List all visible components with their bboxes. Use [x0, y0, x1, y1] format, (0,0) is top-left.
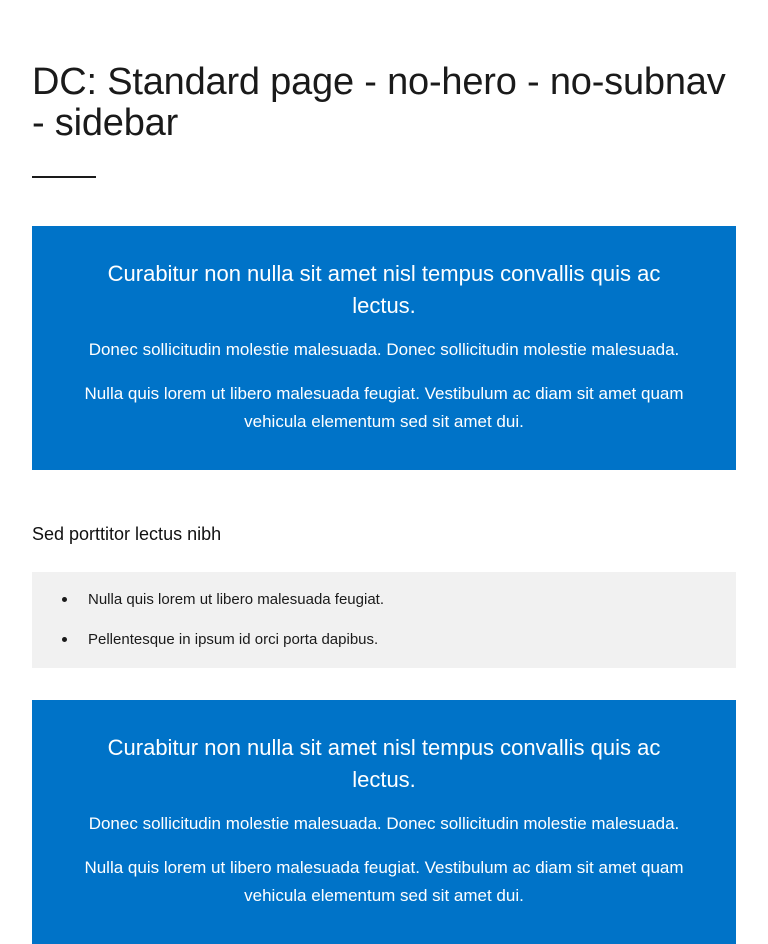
- callout-block-2: Curabitur non nulla sit amet nisl tempus…: [32, 700, 736, 944]
- list-item: Nulla quis lorem ut libero malesuada feu…: [32, 588, 736, 612]
- callout-paragraph: Nulla quis lorem ut libero malesuada feu…: [84, 858, 684, 905]
- bullet-icon: [62, 597, 67, 602]
- callout-block-1: Curabitur non nulla sit amet nisl tempus…: [32, 226, 736, 470]
- section-heading: Sed porttitor lectus nibh: [32, 524, 222, 544]
- page-title: DC: Standard page - no-hero - no-subnav …: [32, 61, 726, 144]
- callout-heading: Curabitur non nulla sit amet nisl tempus…: [107, 261, 661, 318]
- list-item-text: Nulla quis lorem ut libero malesuada feu…: [88, 591, 384, 608]
- list-item-text: Pellentesque in ipsum id orci porta dapi…: [88, 631, 379, 648]
- page: DC: Standard page - no-hero - no-subnav …: [0, 0, 768, 944]
- callout-heading: Curabitur non nulla sit amet nisl tempus…: [107, 735, 661, 792]
- callout-paragraph: Donec sollicitudin molestie malesuada. D…: [88, 340, 680, 359]
- bullet-icon: [62, 637, 67, 642]
- bullet-list-box: Nulla quis lorem ut libero malesuada feu…: [32, 572, 736, 668]
- bullet-list: Nulla quis lorem ut libero malesuada feu…: [32, 588, 736, 652]
- list-item: Pellentesque in ipsum id orci porta dapi…: [32, 628, 736, 652]
- callout-paragraph: Nulla quis lorem ut libero malesuada feu…: [84, 384, 684, 431]
- callout-paragraph: Donec sollicitudin molestie malesuada. D…: [88, 814, 680, 833]
- title-divider: [32, 176, 96, 178]
